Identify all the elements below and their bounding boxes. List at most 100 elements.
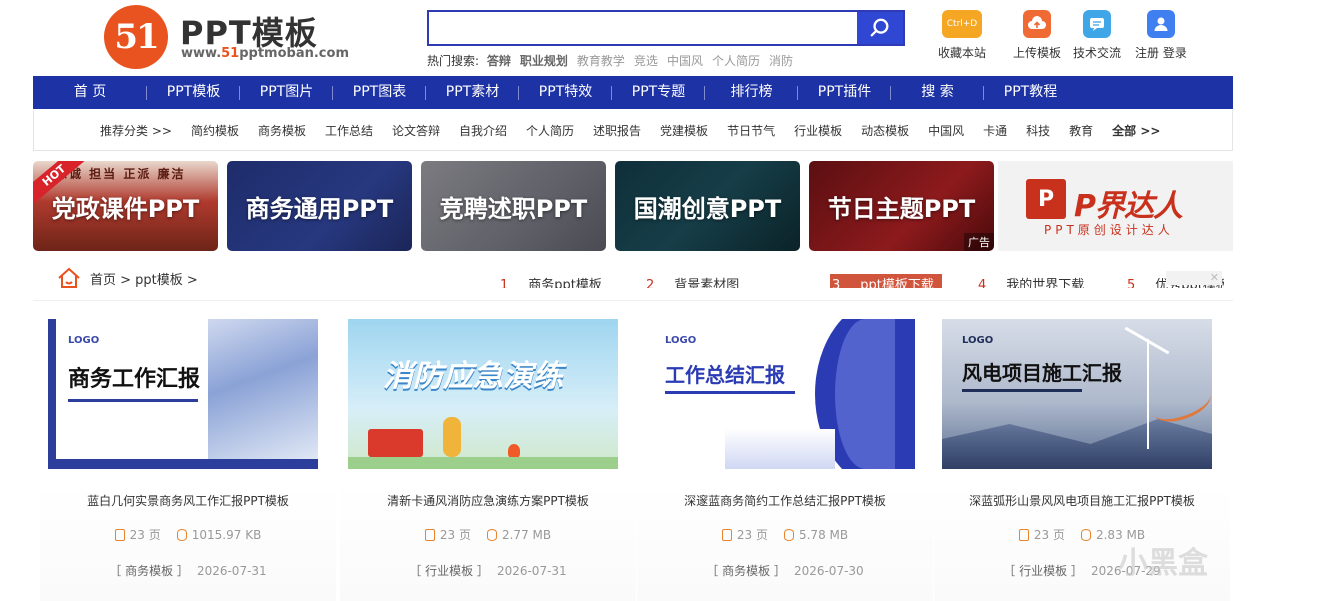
hot-search-item[interactable]: 中国风 [667,54,703,68]
rank-number: 5 [1127,278,1136,288]
category-item[interactable]: 述职报告 [593,122,641,139]
ppt-file-icon [721,528,732,541]
hot-search-item[interactable]: 个人简历 [712,54,760,68]
page-count-text: 23 页 [129,528,161,542]
nav-item-3[interactable]: PPT图片 [240,76,333,109]
watermark: 小黑盒 [1118,546,1208,581]
template-date: 2026-07-30 [793,564,864,578]
category-banner-4[interactable]: 国潮创意PPT [615,161,800,251]
category-item[interactable]: 工作总结 [325,122,373,139]
rank-ticker: 1商务ppt模板2背景素材图3ppt模板下载4我的世界下载5优秀ppt模板 [500,272,1224,288]
rank-item-1[interactable]: 1 商务ppt模板 [500,274,602,288]
hot-search-item[interactable]: 竞选 [634,54,658,68]
hot-search-item[interactable]: 答辩 [487,54,511,68]
page-count: 23 页 [721,526,768,543]
breadcrumb[interactable]: 首页 > ppt模板 > [90,269,198,288]
page-count-text: 23 页 [736,528,768,542]
rank-item-2[interactable]: 2 背景素材图 [646,274,739,288]
ad-subtitle: PPT原创设计达人 [1044,223,1174,237]
category-item[interactable]: 简约模板 [191,122,239,139]
category-all-link[interactable]: 全部 >> [1112,122,1160,139]
category-item[interactable]: 论文答辩 [392,122,440,139]
hot-search-item[interactable]: 职业规划 [520,54,568,68]
template-card[interactable]: 消防应急演练清新卡通风消防应急演练方案PPT模板 23 页 2.77 MB ［ 行业模… [340,304,636,601]
rank-number: 3 [832,278,841,288]
template-thumbnail[interactable]: LOGO 商务工作汇报 [48,319,318,469]
category-item[interactable]: 商务模板 [258,122,306,139]
page-count-text: 23 页 [439,528,471,542]
template-meta: 23 页 2.77 MB [340,526,636,544]
nav-item-7[interactable]: PPT专题 [612,76,705,109]
template-title[interactable]: 深蓝弧形山景风风电项目施工汇报PPT模板 [934,492,1230,509]
nav-item-9[interactable]: PPT插件 [798,76,891,109]
template-category[interactable]: ［ 行业模板 ］ [409,564,489,578]
template-card[interactable]: LOGO 商务工作汇报蓝白几何实景商务风工作汇报PPT模板 23 页 1015.97 … [40,304,336,601]
site-logo-mark[interactable]: 51 [104,5,168,69]
template-card[interactable]: LOGO 工作总结汇报深邃蓝商务简约工作总结汇报PPT模板 23 页 5.78 MB ［… [637,304,933,601]
top-link-1[interactable]: Ctrl+D 收藏本站 [938,10,986,61]
category-item[interactable]: 中国风 [928,122,964,139]
rank-text: ppt模板下载 [860,278,934,288]
category-item[interactable]: 个人简历 [526,122,574,139]
top-link-4[interactable]: 注册 登录 [1135,10,1187,61]
category-item[interactable]: 节日节气 [727,122,775,139]
nav-item-6[interactable]: PPT特效 [519,76,612,109]
category-item[interactable]: 教育 [1069,122,1093,139]
template-thumbnail[interactable]: LOGO 工作总结汇报 [645,319,915,469]
nav-item-1[interactable]: 首 页 [33,76,147,109]
category-item[interactable]: 科技 [1026,122,1050,139]
category-banner-3[interactable]: 竞聘述职PPT [421,161,606,251]
template-title[interactable]: 清新卡通风消防应急演练方案PPT模板 [340,492,636,509]
search-button[interactable] [857,12,903,44]
top-link-3[interactable]: 技术交流 [1073,10,1121,61]
nav-item-8[interactable]: 排行榜 [705,76,798,109]
category-banner-2[interactable]: 商务通用PPT [227,161,412,251]
banner-row: P P界达人 PPT原创设计达人 忠诚 担当 正派 廉洁 HOT 党政课件PPT 商务… [33,161,1233,251]
category-item[interactable]: 卡通 [983,122,1007,139]
rank-text: 我的世界下载 [1006,278,1085,288]
template-category[interactable]: ［ 商务模板 ］ [109,564,189,578]
nav-item-4[interactable]: PPT图表 [333,76,426,109]
template-category[interactable]: ［ 行业模板 ］ [1003,564,1083,578]
nav-item-10[interactable]: 搜 索 [891,76,984,109]
hot-search-item[interactable]: 教育教学 [577,54,625,68]
template-meta: 23 页 5.78 MB [637,526,933,544]
ad-banner[interactable]: P P界达人 PPT原创设计达人 [998,161,1233,251]
template-category-row: ［ 商务模板 ］ 2026-07-30 [637,562,933,579]
thumb-logo: LOGO [665,335,697,346]
nav-item-5[interactable]: PPT素材 [426,76,519,109]
template-title[interactable]: 蓝白几何实景商务风工作汇报PPT模板 [40,492,336,509]
bookmark-icon: Ctrl+D [942,10,982,38]
top-link-2[interactable]: 上传模板 [1013,10,1061,61]
file-size-text: 1015.97 KB [191,527,262,542]
category-item[interactable]: 党建模板 [660,122,708,139]
category-banner-1[interactable]: 忠诚 担当 正派 廉洁 HOT 党政课件PPT [33,161,218,251]
category-item[interactable]: 行业模板 [794,122,842,139]
ad-title: P界达人 [1074,189,1183,224]
search-input[interactable] [429,12,859,44]
template-category[interactable]: ［ 商务模板 ］ [706,564,786,578]
rank-item-4[interactable]: 4 我的世界下载 [978,274,1084,288]
nav-item-11[interactable]: PPT教程 [984,76,1077,109]
top-link-label: 上传模板 [1013,46,1062,60]
rank-text: 背景素材图 [674,278,740,288]
nav-item-2[interactable]: PPT模板 [147,76,240,109]
top-icons: Ctrl+D 收藏本站 上传模板 技术交流 注册 登录 [938,10,1208,70]
home-icon[interactable] [57,267,81,289]
category-bar: 推荐分类 >> 简约模板 商务模板 工作总结 论文答辩 自我介绍 个人简历 述职报告 党建模板… [33,110,1233,151]
template-title[interactable]: 深邃蓝商务简约工作总结汇报PPT模板 [637,492,933,509]
hot-search: 热门搜索: 答辩 职业规划 教育教学 竞选 中国风 个人简历 消防 [427,52,802,69]
template-thumbnail[interactable]: 消防应急演练 [348,319,618,469]
rank-close-button[interactable]: ✕ [1166,271,1222,285]
top-link-label: 注册 登录 [1135,46,1187,60]
chat-icon [1083,10,1111,38]
page-count: 23 页 [1018,526,1065,543]
category-item[interactable]: 自我介绍 [459,122,507,139]
ppt-file-icon [114,528,125,541]
hot-search-item[interactable]: 消防 [769,54,793,68]
rank-item-3[interactable]: 3 ppt模板下载 [830,274,942,288]
category-item[interactable]: 动态模板 [861,122,909,139]
hot-search-label: 热门搜索: [427,54,480,68]
template-thumbnail[interactable]: LOGO 风电项目施工汇报 [942,319,1212,469]
category-banner-5[interactable]: 广告 节日主题PPT [809,161,994,251]
